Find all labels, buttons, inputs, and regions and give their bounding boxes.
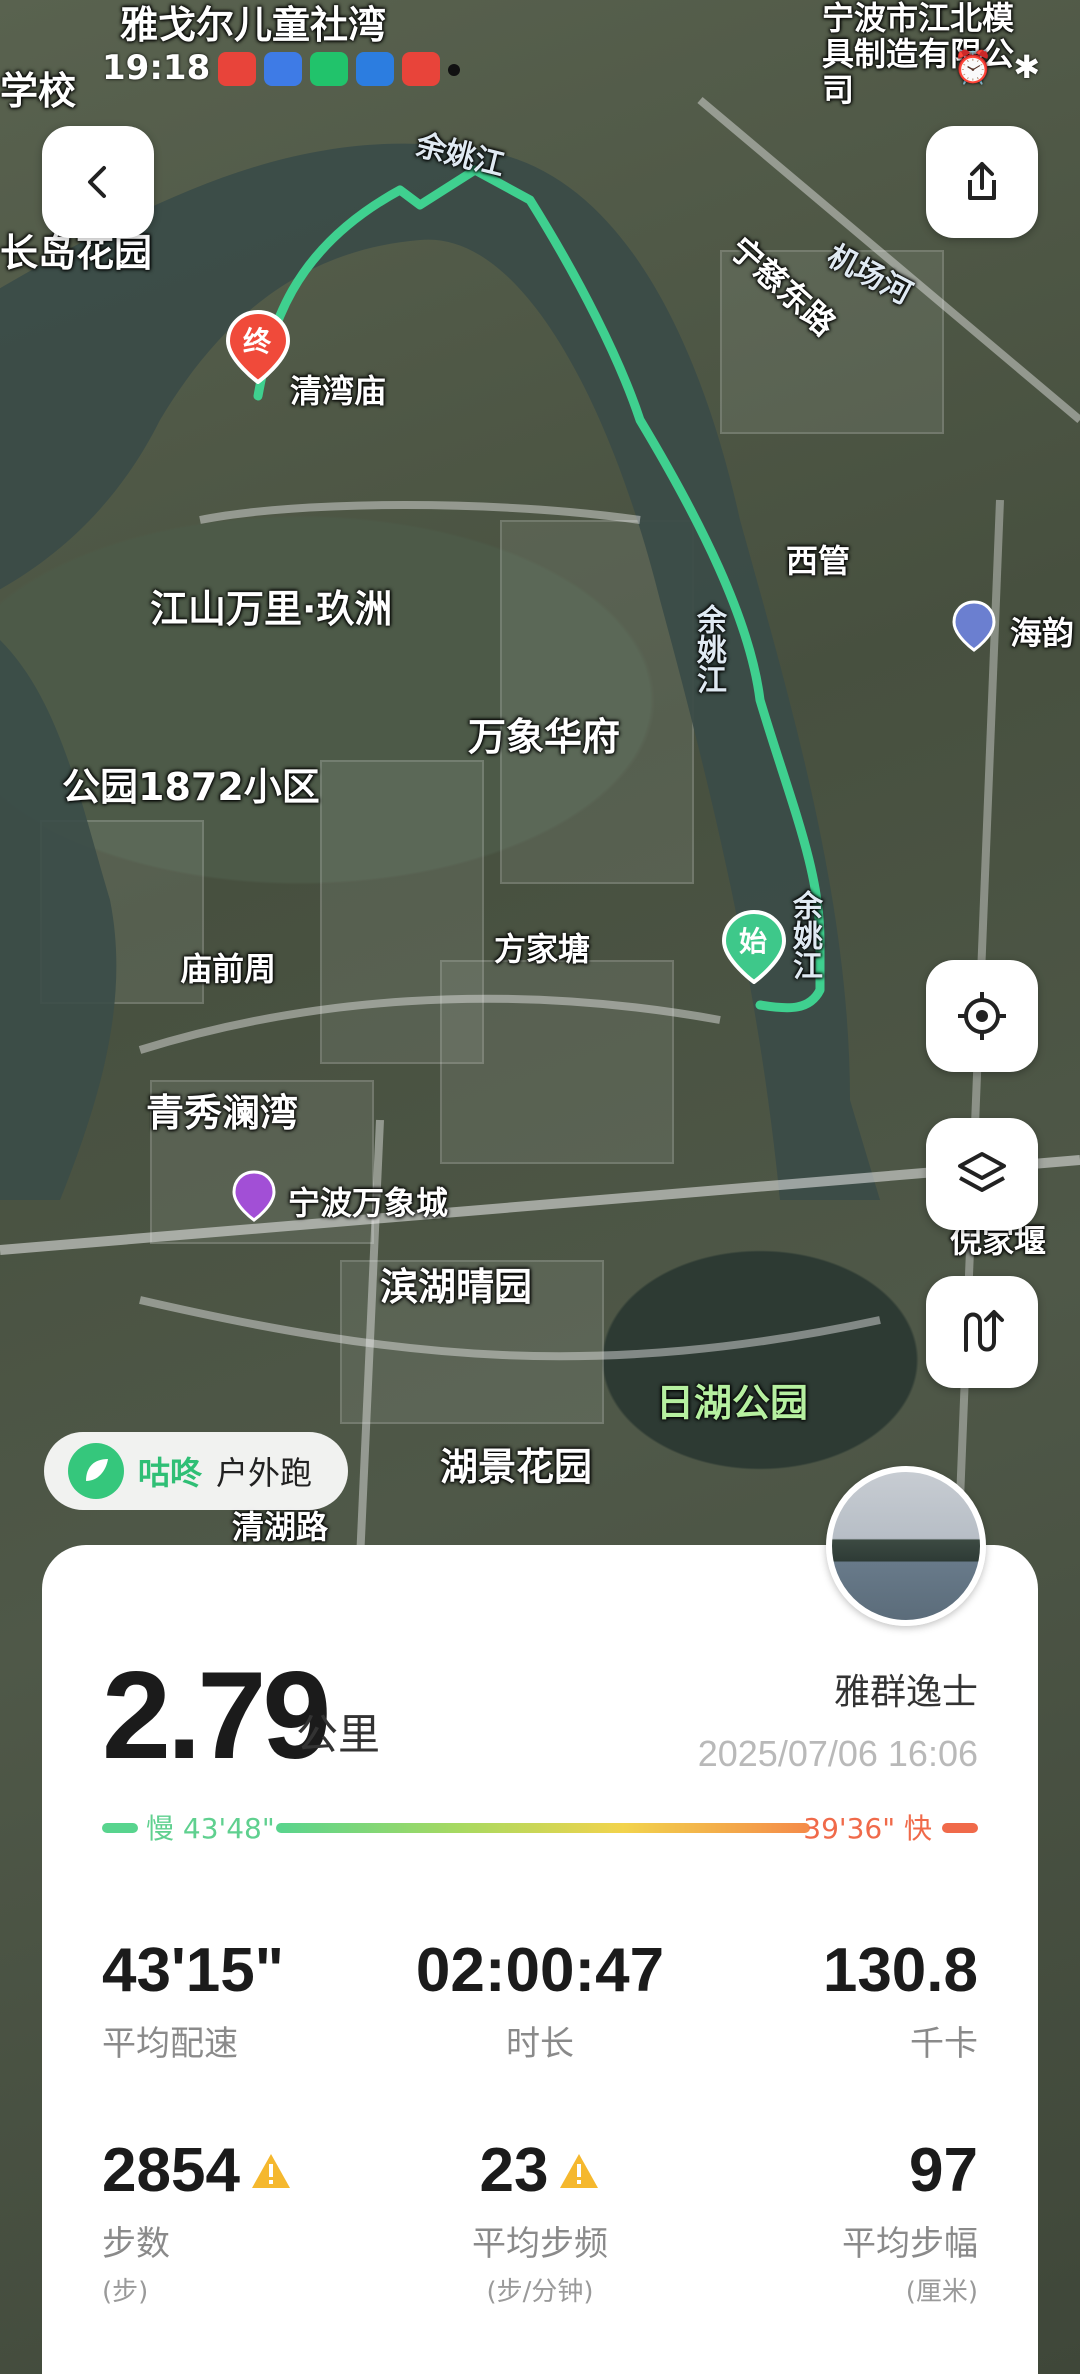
layers-icon xyxy=(958,1152,1006,1192)
activity-datetime: 2025/07/06 16:06 xyxy=(697,1733,978,1774)
stat-unit: (步/分钟) xyxy=(486,2277,594,2307)
stat-avg-pace: 43'15" 平均配速 xyxy=(102,1935,422,2065)
stat-label: 步数 xyxy=(102,2224,170,2264)
map-label: 湖景花园 xyxy=(440,1445,593,1489)
map-label: 海韵 xyxy=(1010,614,1075,652)
chevron-left-icon xyxy=(88,166,106,198)
app-icon xyxy=(356,52,394,86)
stat-label: 平均步幅 xyxy=(842,2224,978,2264)
stat-calories: 130.8 千卡 xyxy=(658,1935,978,2065)
map-label: 青秀澜湾 xyxy=(146,1091,299,1135)
river xyxy=(0,143,880,1200)
stat-unit: (步) xyxy=(102,2277,149,2307)
river-left xyxy=(0,640,117,1200)
pace-slow-label: 慢 43'48" xyxy=(146,1812,275,1845)
map-label: 西管 xyxy=(786,542,851,580)
map-label: 余姚江 xyxy=(787,890,822,980)
status-right-icons: ⏰ ✱ xyxy=(953,48,1040,86)
road xyxy=(138,994,721,1054)
toutiao-icon xyxy=(218,52,256,86)
distance-value: 2.79 xyxy=(102,1647,331,1785)
route-icon xyxy=(964,1310,1004,1352)
stat-label: 千卡 xyxy=(910,2024,978,2064)
road xyxy=(0,1155,1080,1255)
slow-dot xyxy=(102,1823,138,1833)
map-label: 日湖公园 xyxy=(656,1381,809,1425)
stat-unit: (厘米) xyxy=(905,2277,978,2307)
stat-value: 02:00:47 xyxy=(415,1936,665,2005)
alarm-icon: ⏰ xyxy=(953,48,994,86)
activity-type-badge: 咕咚 户外跑 xyxy=(44,1432,349,1510)
map-label: 万象华府 xyxy=(468,715,621,759)
locate-icon xyxy=(958,992,1006,1040)
shopping-bag-icon xyxy=(232,1170,276,1222)
fast-dot xyxy=(942,1823,978,1833)
road xyxy=(199,501,641,524)
summary-card: 2.79 公里 雅群逸士 2025/07/06 16:06 慢 43'48" 3… xyxy=(42,1545,1038,2374)
map-layers-button[interactable] xyxy=(926,1118,1038,1230)
brand-name: 咕咚 xyxy=(138,1454,203,1492)
bluetooth-icon: ✱ xyxy=(1013,48,1040,86)
map-label: 滨湖晴园 xyxy=(380,1265,533,1309)
warning-icon[interactable] xyxy=(250,2152,292,2190)
stat-label: 平均步频 xyxy=(472,2224,608,2264)
avatar[interactable] xyxy=(826,1466,986,1626)
map-label: 余姚江 xyxy=(691,604,726,694)
route-replay-button[interactable] xyxy=(926,1276,1038,1388)
stat-cadence: 23 平均步频 (步/分钟) xyxy=(380,2135,700,2308)
pace-gradient-bar: 慢 43'48" 39'36" 快 xyxy=(102,1807,978,1847)
status-bar: 19:18 ⏰ ✱ xyxy=(0,40,1080,100)
codoon-logo-icon xyxy=(68,1443,124,1499)
share-icon xyxy=(968,162,996,200)
app-icon xyxy=(310,52,348,86)
stat-value: 97 xyxy=(909,2136,978,2205)
stat-value: 2854 xyxy=(102,2136,240,2205)
activity-type: 户外跑 xyxy=(216,1454,313,1492)
stat-value: 23 xyxy=(479,2136,549,2205)
toutiao-icon xyxy=(402,52,440,86)
start-marker-label: 始 xyxy=(739,925,768,958)
end-marker-label: 终 xyxy=(243,325,272,358)
stat-steps: 2854 步数 (步) xyxy=(102,2135,422,2308)
map-label: 庙前周 xyxy=(180,950,277,988)
map-label: 宁波万象城 xyxy=(288,1184,449,1222)
stat-label: 平均配速 xyxy=(102,2024,238,2064)
notification-icons xyxy=(218,52,460,86)
pace-gradient xyxy=(276,1823,810,1833)
map-label: 公园1872小区 xyxy=(62,765,320,809)
stat-stride: 97 平均步幅 (厘米) xyxy=(658,2135,978,2308)
map-label: 江山万里·玖洲 xyxy=(150,587,393,631)
stat-label: 时长 xyxy=(506,2024,574,2064)
user-name[interactable]: 雅群逸士 xyxy=(834,1663,978,1715)
share-button[interactable] xyxy=(926,126,1038,238)
back-button[interactable] xyxy=(42,126,154,238)
map-label: 清湾庙 xyxy=(290,372,387,410)
app-icon xyxy=(264,52,302,86)
distance-unit: 公里 xyxy=(296,1710,381,1759)
stat-value: 43'15" xyxy=(102,1936,285,2005)
location-pin-icon xyxy=(952,600,996,652)
locate-button[interactable] xyxy=(926,960,1038,1072)
warning-icon[interactable] xyxy=(558,2152,600,2190)
status-time: 19:18 xyxy=(102,48,211,88)
stat-value: 130.8 xyxy=(822,1936,978,2005)
map-label: 方家塘 xyxy=(494,930,591,968)
stat-duration: 02:00:47 时长 xyxy=(380,1935,700,2065)
dot-icon xyxy=(448,64,460,76)
pace-fast-label: 39'36" 快 xyxy=(803,1812,932,1845)
